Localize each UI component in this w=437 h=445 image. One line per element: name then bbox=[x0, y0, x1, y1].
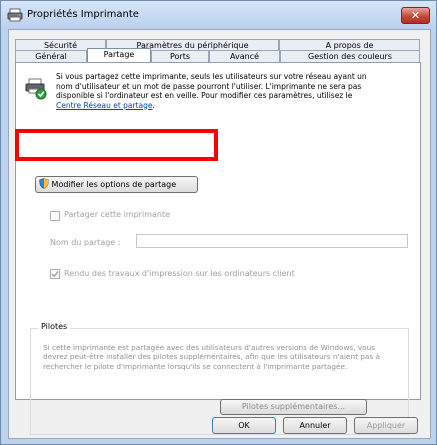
share-printer-label: Partager cette imprimante bbox=[64, 210, 171, 219]
tab-label: Partage bbox=[103, 50, 135, 59]
cancel-button[interactable]: Annuler bbox=[283, 417, 347, 434]
button-label: Modifier les options de partage bbox=[51, 180, 177, 189]
sharing-tab-panel: Si vous partagez cette imprimante, seuls… bbox=[15, 62, 421, 435]
tab-label: Paramètres du périphérique bbox=[136, 41, 249, 50]
checkmark-icon bbox=[51, 271, 59, 278]
red-highlight-box bbox=[15, 129, 218, 161]
window-title: Propriétés Imprimante bbox=[27, 9, 139, 20]
title-bar[interactable]: Propriétés Imprimante ✕ bbox=[1, 1, 436, 29]
button-label: Pilotes supplémentaires... bbox=[241, 402, 346, 411]
tab-label: Général bbox=[35, 52, 67, 61]
share-name-input[interactable] bbox=[136, 234, 408, 248]
drivers-group-title: Pilotes bbox=[38, 322, 71, 331]
button-label: OK bbox=[238, 421, 250, 430]
close-icon: ✕ bbox=[410, 9, 421, 22]
tab-label: Gestion des couleurs bbox=[308, 52, 392, 61]
network-center-link[interactable]: Centre Réseau et partage bbox=[56, 101, 153, 110]
tab-label: Avancé bbox=[229, 52, 260, 61]
apply-button[interactable]: Appliquer bbox=[354, 417, 418, 434]
tab-label: A propos de bbox=[325, 41, 374, 50]
tab-label: Ports bbox=[169, 52, 191, 61]
dialog-client-area: Sécurité Paramètres du périphérique A pr… bbox=[8, 29, 431, 439]
change-sharing-options-button[interactable]: Modifier les options de partage bbox=[35, 176, 198, 193]
ok-button[interactable]: OK bbox=[212, 417, 276, 434]
drivers-info-text: Si cette imprimante est partagée avec de… bbox=[43, 343, 380, 371]
share-name-label: Nom du partage : bbox=[50, 238, 121, 247]
tab-partage[interactable]: Partage bbox=[87, 48, 151, 62]
share-printer-checkbox[interactable] bbox=[50, 211, 60, 221]
tab-label: Sécurité bbox=[43, 41, 78, 50]
tab-ports[interactable]: Ports bbox=[151, 50, 209, 62]
info-text-end: . bbox=[152, 100, 155, 110]
additional-drivers-button[interactable]: Pilotes supplémentaires... bbox=[220, 399, 367, 415]
close-button[interactable]: ✕ bbox=[401, 7, 430, 24]
button-label: Annuler bbox=[299, 421, 331, 430]
shield-icon bbox=[39, 178, 49, 189]
button-label: Appliquer bbox=[366, 421, 406, 430]
info-text-body: Si vous partagez cette imprimante, seuls… bbox=[56, 72, 367, 100]
tab-avance[interactable]: Avancé bbox=[209, 50, 280, 62]
printer-share-icon bbox=[25, 78, 47, 100]
printer-icon bbox=[7, 8, 23, 22]
printer-properties-window: Propriétés Imprimante ✕ Sécurité Paramèt… bbox=[0, 0, 437, 445]
render-jobs-label: Rendu des travaux d'impression sur les o… bbox=[64, 269, 295, 278]
tab-gestion-couleurs[interactable]: Gestion des couleurs bbox=[280, 50, 420, 62]
tab-general[interactable]: Général bbox=[15, 50, 87, 62]
sharing-info-text: Si vous partagez cette imprimante, seuls… bbox=[56, 72, 378, 110]
render-jobs-checkbox[interactable] bbox=[50, 269, 60, 279]
